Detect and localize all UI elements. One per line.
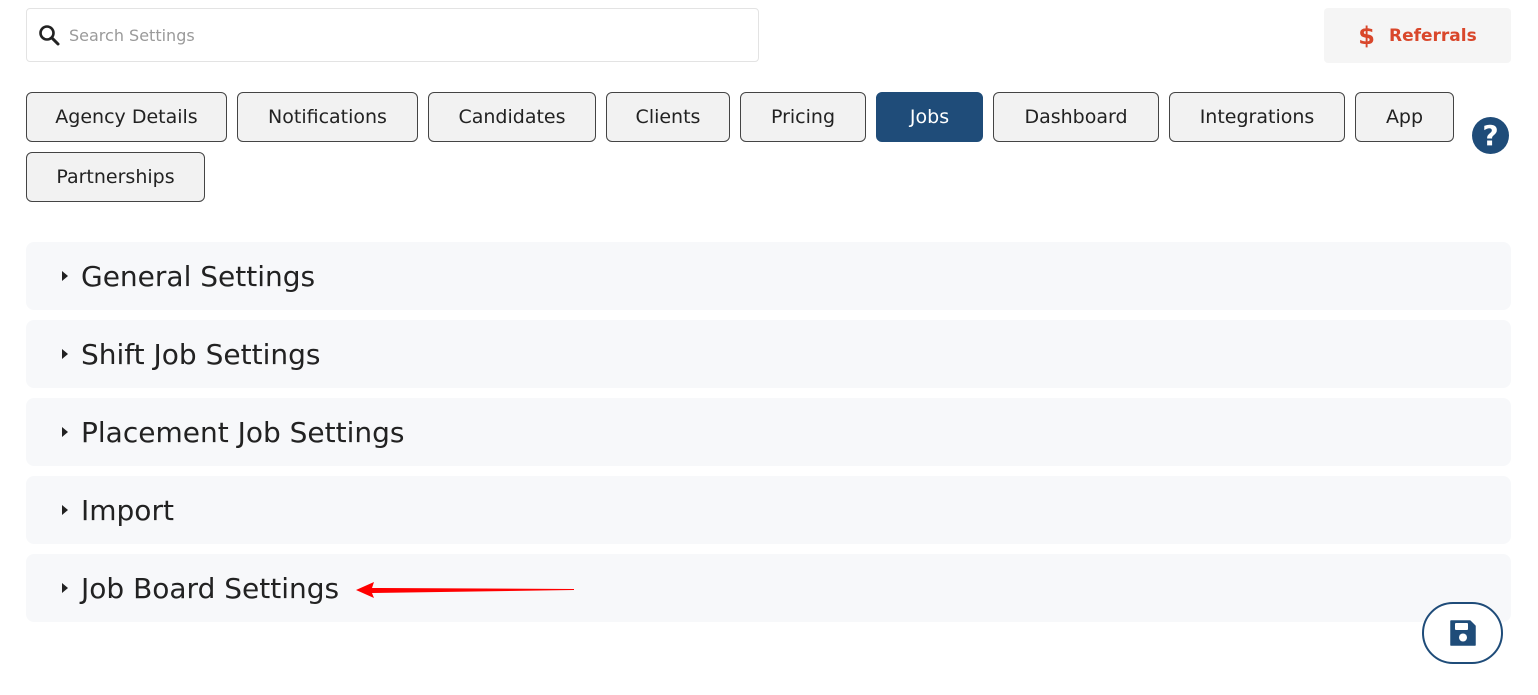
section-job-board-settings[interactable]: Job Board Settings — [26, 554, 1511, 622]
tab-dashboard[interactable]: Dashboard — [993, 92, 1159, 142]
section-label: Job Board Settings — [81, 571, 340, 605]
caret-right-icon — [62, 271, 68, 281]
search-box[interactable] — [26, 8, 759, 62]
section-import[interactable]: Import — [26, 476, 1511, 544]
caret-right-icon — [62, 505, 68, 515]
tab-notifications[interactable]: Notifications — [237, 92, 418, 142]
help-icon[interactable]: ? — [1472, 117, 1509, 154]
caret-right-icon — [62, 583, 68, 593]
tab-app[interactable]: App — [1355, 92, 1454, 142]
section-label: Placement Job Settings — [81, 415, 405, 449]
section-general-settings[interactable]: General Settings — [26, 242, 1511, 310]
section-shift-job-settings[interactable]: Shift Job Settings — [26, 320, 1511, 388]
tab-clients[interactable]: Clients — [606, 92, 730, 142]
dollar-icon: $ — [1358, 21, 1375, 50]
search-input[interactable] — [69, 25, 709, 45]
tab-agency-details[interactable]: Agency Details — [26, 92, 227, 142]
section-label: General Settings — [81, 259, 316, 293]
floppy-disk-icon — [1449, 620, 1476, 646]
referrals-button[interactable]: $ Referrals — [1324, 8, 1511, 63]
tab-integrations[interactable]: Integrations — [1169, 92, 1345, 142]
tab-pricing[interactable]: Pricing — [740, 92, 866, 142]
caret-right-icon — [62, 349, 68, 359]
tab-partnerships[interactable]: Partnerships — [26, 152, 205, 202]
tab-candidates[interactable]: Candidates — [428, 92, 596, 142]
section-label: Import — [81, 493, 174, 527]
referrals-label: Referrals — [1388, 25, 1477, 46]
section-placement-job-settings[interactable]: Placement Job Settings — [26, 398, 1511, 466]
caret-right-icon — [62, 427, 68, 437]
search-icon — [39, 25, 60, 46]
section-label: Shift Job Settings — [81, 337, 321, 371]
save-button[interactable] — [1422, 602, 1503, 664]
annotation-arrow-icon — [356, 582, 574, 598]
tab-jobs[interactable]: Jobs — [876, 92, 983, 142]
